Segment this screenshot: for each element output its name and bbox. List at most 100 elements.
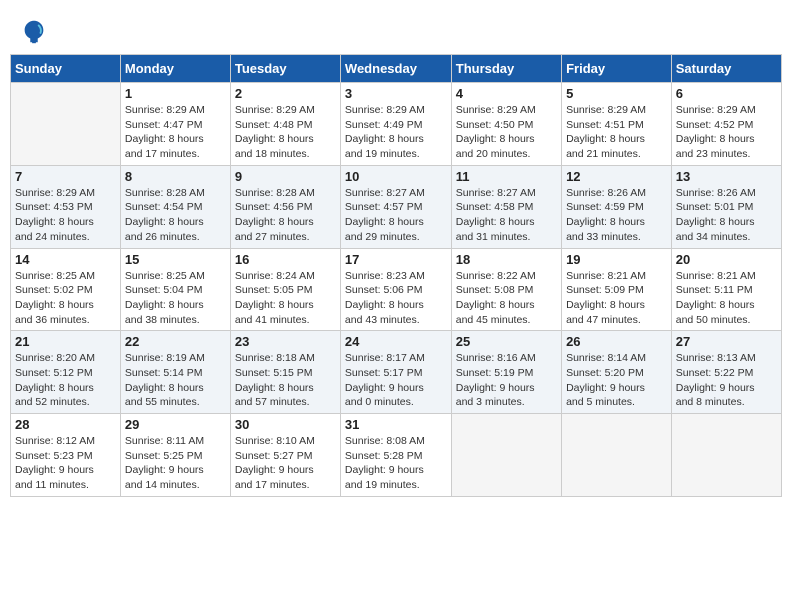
- calendar-cell: 19Sunrise: 8:21 AM Sunset: 5:09 PM Dayli…: [562, 248, 672, 331]
- day-number: 29: [125, 417, 226, 432]
- day-number: 13: [676, 169, 777, 184]
- calendar-week-row: 1 Sunrise: 8:29 AM Sunset: 4:47 PM Daylig…: [11, 83, 782, 166]
- day-info: Sunrise: 8:13 AM Sunset: 5:22 PM Dayligh…: [676, 351, 777, 410]
- calendar-cell: 9Sunrise: 8:28 AM Sunset: 4:56 PM Daylig…: [230, 165, 340, 248]
- calendar-cell: 22 Sunrise: 8:19 AM Sunset: 5:14 PM Dayli…: [120, 331, 230, 414]
- calendar-cell: 7 Sunrise: 8:29 AM Sunset: 4:53 PM Daylig…: [11, 165, 121, 248]
- weekday-header-friday: Friday: [562, 55, 672, 83]
- day-info: Sunrise: 8:10 AM Sunset: 5:27 PM Dayligh…: [235, 434, 336, 493]
- calendar-cell: 20 Sunrise: 8:21 AM Sunset: 5:11 PM Dayli…: [671, 248, 781, 331]
- day-info: Sunrise: 8:26 AM Sunset: 5:01 PM Dayligh…: [676, 186, 777, 245]
- day-number: 14: [15, 252, 116, 267]
- day-info: Sunrise: 8:14 AM Sunset: 5:20 PM Dayligh…: [566, 351, 667, 410]
- day-info: Sunrise: 8:29 AM Sunset: 4:51 PM Dayligh…: [566, 103, 667, 162]
- day-info: Sunrise: 8:29 AM Sunset: 4:50 PM Dayligh…: [456, 103, 557, 162]
- calendar-cell: 18 Sunrise: 8:22 AM Sunset: 5:08 PM Dayli…: [451, 248, 561, 331]
- calendar-cell: 1 Sunrise: 8:29 AM Sunset: 4:47 PM Daylig…: [120, 83, 230, 166]
- calendar-cell: 4 Sunrise: 8:29 AM Sunset: 4:50 PM Daylig…: [451, 83, 561, 166]
- calendar-cell: 23Sunrise: 8:18 AM Sunset: 5:15 PM Dayli…: [230, 331, 340, 414]
- day-number: 22: [125, 334, 226, 349]
- day-number: 24: [345, 334, 447, 349]
- calendar-cell: 13 Sunrise: 8:26 AM Sunset: 5:01 PM Dayli…: [671, 165, 781, 248]
- calendar-cell: 21 Sunrise: 8:20 AM Sunset: 5:12 PM Dayli…: [11, 331, 121, 414]
- logo-icon: [20, 18, 48, 46]
- day-info: Sunrise: 8:21 AM Sunset: 5:11 PM Dayligh…: [676, 269, 777, 328]
- day-number: 3: [345, 86, 447, 101]
- day-number: 6: [676, 86, 777, 101]
- day-number: 19: [566, 252, 667, 267]
- day-info: Sunrise: 8:24 AM Sunset: 5:05 PM Dayligh…: [235, 269, 336, 328]
- calendar-week-row: 21 Sunrise: 8:20 AM Sunset: 5:12 PM Dayli…: [11, 331, 782, 414]
- calendar-cell: 24 Sunrise: 8:17 AM Sunset: 5:17 PM Dayli…: [340, 331, 451, 414]
- calendar-cell: [451, 414, 561, 497]
- calendar-cell: 29 Sunrise: 8:11 AM Sunset: 5:25 PM Dayli…: [120, 414, 230, 497]
- day-number: 23: [235, 334, 336, 349]
- day-info: Sunrise: 8:29 AM Sunset: 4:48 PM Dayligh…: [235, 103, 336, 162]
- day-number: 11: [456, 169, 557, 184]
- day-number: 18: [456, 252, 557, 267]
- day-info: Sunrise: 8:12 AM Sunset: 5:23 PM Dayligh…: [15, 434, 116, 493]
- calendar-cell: 5Sunrise: 8:29 AM Sunset: 4:51 PM Daylig…: [562, 83, 672, 166]
- day-number: 2: [235, 86, 336, 101]
- day-info: Sunrise: 8:20 AM Sunset: 5:12 PM Dayligh…: [15, 351, 116, 410]
- day-number: 26: [566, 334, 667, 349]
- weekday-header-tuesday: Tuesday: [230, 55, 340, 83]
- day-number: 7: [15, 169, 116, 184]
- day-info: Sunrise: 8:25 AM Sunset: 5:04 PM Dayligh…: [125, 269, 226, 328]
- calendar-cell: 14Sunrise: 8:25 AM Sunset: 5:02 PM Dayli…: [11, 248, 121, 331]
- calendar-cell: [562, 414, 672, 497]
- day-info: Sunrise: 8:28 AM Sunset: 4:56 PM Dayligh…: [235, 186, 336, 245]
- day-info: Sunrise: 8:27 AM Sunset: 4:58 PM Dayligh…: [456, 186, 557, 245]
- calendar-cell: 31 Sunrise: 8:08 AM Sunset: 5:28 PM Dayli…: [340, 414, 451, 497]
- day-info: Sunrise: 8:28 AM Sunset: 4:54 PM Dayligh…: [125, 186, 226, 245]
- day-info: Sunrise: 8:29 AM Sunset: 4:49 PM Dayligh…: [345, 103, 447, 162]
- day-number: 31: [345, 417, 447, 432]
- weekday-header-monday: Monday: [120, 55, 230, 83]
- weekday-header-thursday: Thursday: [451, 55, 561, 83]
- day-info: Sunrise: 8:08 AM Sunset: 5:28 PM Dayligh…: [345, 434, 447, 493]
- calendar-cell: 12Sunrise: 8:26 AM Sunset: 4:59 PM Dayli…: [562, 165, 672, 248]
- weekday-header-row: SundayMondayTuesdayWednesdayThursdayFrid…: [11, 55, 782, 83]
- calendar-cell: [11, 83, 121, 166]
- day-info: Sunrise: 8:29 AM Sunset: 4:52 PM Dayligh…: [676, 103, 777, 162]
- calendar-cell: 16Sunrise: 8:24 AM Sunset: 5:05 PM Dayli…: [230, 248, 340, 331]
- day-number: 8: [125, 169, 226, 184]
- day-number: 27: [676, 334, 777, 349]
- day-number: 20: [676, 252, 777, 267]
- calendar-cell: 25Sunrise: 8:16 AM Sunset: 5:19 PM Dayli…: [451, 331, 561, 414]
- day-info: Sunrise: 8:29 AM Sunset: 4:47 PM Dayligh…: [125, 103, 226, 162]
- weekday-header-wednesday: Wednesday: [340, 55, 451, 83]
- calendar-cell: [671, 414, 781, 497]
- day-info: Sunrise: 8:29 AM Sunset: 4:53 PM Dayligh…: [15, 186, 116, 245]
- day-number: 28: [15, 417, 116, 432]
- day-number: 17: [345, 252, 447, 267]
- day-info: Sunrise: 8:19 AM Sunset: 5:14 PM Dayligh…: [125, 351, 226, 410]
- day-number: 21: [15, 334, 116, 349]
- calendar-cell: 15 Sunrise: 8:25 AM Sunset: 5:04 PM Dayli…: [120, 248, 230, 331]
- day-number: 25: [456, 334, 557, 349]
- calendar-week-row: 14Sunrise: 8:25 AM Sunset: 5:02 PM Dayli…: [11, 248, 782, 331]
- logo: [20, 18, 52, 46]
- calendar-cell: 17 Sunrise: 8:23 AM Sunset: 5:06 PM Dayli…: [340, 248, 451, 331]
- day-info: Sunrise: 8:17 AM Sunset: 5:17 PM Dayligh…: [345, 351, 447, 410]
- calendar-week-row: 28 Sunrise: 8:12 AM Sunset: 5:23 PM Dayli…: [11, 414, 782, 497]
- weekday-header-sunday: Sunday: [11, 55, 121, 83]
- calendar-cell: 27 Sunrise: 8:13 AM Sunset: 5:22 PM Dayli…: [671, 331, 781, 414]
- weekday-header-saturday: Saturday: [671, 55, 781, 83]
- day-info: Sunrise: 8:22 AM Sunset: 5:08 PM Dayligh…: [456, 269, 557, 328]
- day-number: 15: [125, 252, 226, 267]
- calendar-week-row: 7 Sunrise: 8:29 AM Sunset: 4:53 PM Daylig…: [11, 165, 782, 248]
- calendar: SundayMondayTuesdayWednesdayThursdayFrid…: [10, 54, 782, 497]
- day-info: Sunrise: 8:27 AM Sunset: 4:57 PM Dayligh…: [345, 186, 447, 245]
- calendar-cell: 10 Sunrise: 8:27 AM Sunset: 4:57 PM Dayli…: [340, 165, 451, 248]
- day-number: 4: [456, 86, 557, 101]
- calendar-cell: 2 Sunrise: 8:29 AM Sunset: 4:48 PM Daylig…: [230, 83, 340, 166]
- day-number: 10: [345, 169, 447, 184]
- calendar-cell: 3 Sunrise: 8:29 AM Sunset: 4:49 PM Daylig…: [340, 83, 451, 166]
- day-info: Sunrise: 8:11 AM Sunset: 5:25 PM Dayligh…: [125, 434, 226, 493]
- day-info: Sunrise: 8:23 AM Sunset: 5:06 PM Dayligh…: [345, 269, 447, 328]
- day-number: 1: [125, 86, 226, 101]
- calendar-cell: 30Sunrise: 8:10 AM Sunset: 5:27 PM Dayli…: [230, 414, 340, 497]
- day-number: 12: [566, 169, 667, 184]
- header: [10, 10, 782, 50]
